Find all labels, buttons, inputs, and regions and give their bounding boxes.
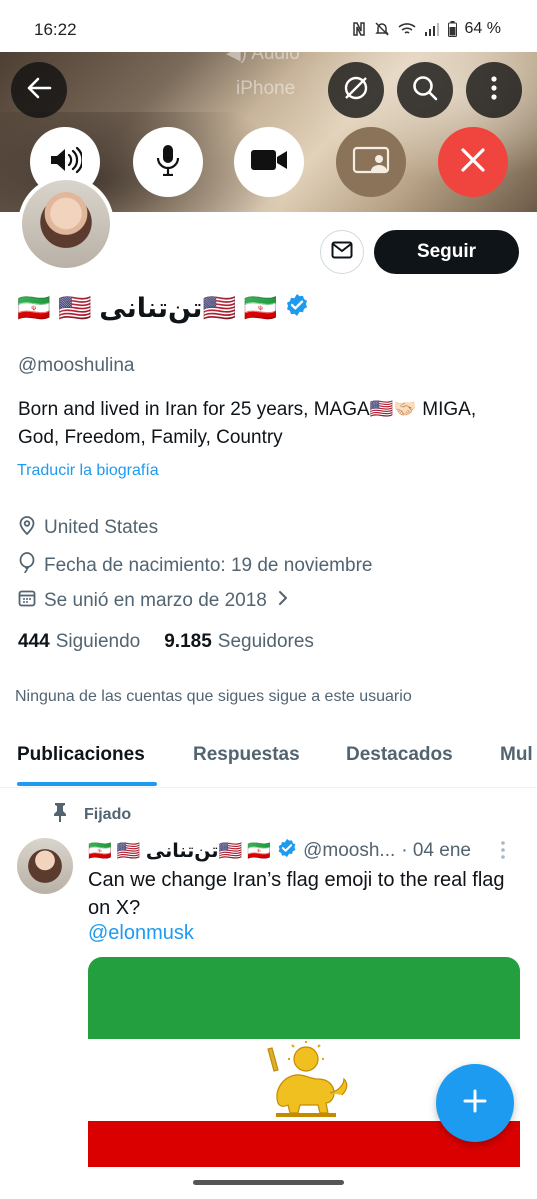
message-button[interactable] — [320, 230, 364, 274]
lion-and-sun-emblem-icon — [248, 1041, 358, 1126]
tab-publicaciones[interactable]: Publicaciones — [17, 744, 145, 766]
tab-multimedia[interactable]: Mul — [500, 744, 533, 766]
tab-respuestas[interactable]: Respuestas — [193, 744, 300, 766]
follow-button[interactable]: Seguir — [374, 230, 519, 274]
display-name-text: 🇮🇷 🇺🇸 تن‌تنانی🇺🇸 🇮🇷 — [17, 293, 278, 323]
location-icon — [18, 515, 36, 541]
pinned-indicator: Fijado — [52, 802, 131, 827]
compose-post-button[interactable] — [436, 1064, 514, 1142]
end-call-icon — [459, 146, 487, 179]
battery-percent: 64 % — [464, 20, 501, 37]
more-vertical-small-icon — [500, 841, 506, 864]
back-arrow-icon — [26, 77, 52, 104]
battery-icon — [447, 21, 457, 37]
profile-tabs: Publicaciones Respuestas Destacados Mul — [0, 728, 537, 788]
post-header: 🇮🇷 🇺🇸 تن‌تنانی🇺🇸 🇮🇷 @moosh... · 04 ene — [88, 838, 471, 864]
verified-badge-icon[interactable] — [285, 293, 309, 324]
profile-stats: 444 Siguiendo 9.185 Seguidores — [18, 631, 314, 653]
balloon-icon — [18, 552, 36, 580]
flag-green-stripe — [88, 957, 520, 1039]
post-verified-badge-icon — [277, 838, 297, 864]
followers-count: 9.185 — [164, 631, 212, 652]
pinned-label: Fijado — [84, 805, 132, 823]
status-time: 16:22 — [34, 20, 77, 39]
call-device-label: iPhone — [236, 78, 296, 99]
status-bar: 16:22 64 % — [0, 0, 537, 52]
calendar-icon — [18, 589, 36, 613]
home-indicator[interactable] — [193, 1180, 344, 1185]
pin-icon — [52, 802, 68, 827]
video-button[interactable] — [234, 127, 304, 197]
end-call-button[interactable] — [438, 127, 508, 197]
tab-destacados[interactable]: Destacados — [346, 744, 453, 766]
no-translate-icon — [341, 73, 371, 108]
signal-icon — [424, 22, 440, 36]
profile-joined[interactable]: Se unió en marzo de 2018 — [18, 589, 289, 613]
translate-bio-link[interactable]: Traducir la biografía — [17, 462, 159, 480]
post-author-handle[interactable]: @moosh... — [303, 840, 395, 862]
profile-handle: @mooshulina — [18, 355, 135, 376]
following-count: 444 — [18, 631, 50, 652]
joined-text: Se unió en marzo de 2018 — [44, 590, 267, 611]
post-date[interactable]: · 04 ene — [401, 840, 471, 862]
wifi-icon — [397, 22, 416, 36]
translate-off-button[interactable] — [328, 62, 384, 118]
post-author-name[interactable]: 🇮🇷 🇺🇸 تن‌تنانی🇺🇸 🇮🇷 — [88, 839, 271, 863]
chevron-right-icon — [275, 590, 289, 612]
video-camera-icon — [250, 148, 288, 177]
active-tab-indicator — [17, 782, 157, 786]
profile-bio: Born and lived in Iran for 25 years, MAG… — [18, 399, 477, 448]
screen-share-button[interactable] — [336, 127, 406, 197]
birthday-text: Fecha de nacimiento: 19 de noviembre — [44, 555, 373, 576]
post-more-button[interactable] — [500, 840, 506, 865]
search-button[interactable] — [397, 62, 453, 118]
back-button[interactable] — [11, 62, 67, 118]
more-vertical-icon — [490, 75, 498, 106]
speaker-icon — [48, 146, 84, 179]
search-icon — [411, 74, 439, 107]
mute-bell-icon — [374, 21, 390, 37]
profile-avatar[interactable] — [18, 176, 114, 272]
profile-display-name: 🇮🇷 🇺🇸 تن‌تنانی🇺🇸 🇮🇷 — [17, 292, 309, 324]
microphone-button[interactable] — [133, 127, 203, 197]
following-stat[interactable]: 444 Siguiendo — [18, 631, 140, 653]
profile-location: United States — [18, 515, 158, 541]
post-avatar[interactable] — [17, 838, 73, 894]
screen-share-icon — [352, 146, 390, 179]
more-options-button[interactable] — [466, 62, 522, 118]
location-text: United States — [44, 517, 159, 538]
post-text: Can we change Iran’s flag emoji to the r… — [88, 869, 505, 919]
followers-you-know-note: Ninguna de las cuentas que sigues sigue … — [15, 688, 412, 705]
followers-stat[interactable]: 9.185 Seguidores — [164, 631, 314, 653]
following-label: Siguiendo — [55, 631, 141, 652]
post-mention-link[interactable]: @elonmusk — [88, 922, 194, 945]
mail-icon — [331, 241, 353, 264]
followers-label: Seguidores — [217, 631, 314, 652]
plus-icon — [461, 1087, 489, 1120]
nfc-icon — [352, 21, 366, 37]
profile-birthday: Fecha de nacimiento: 19 de noviembre — [18, 552, 372, 580]
status-icons: 64 % — [352, 20, 501, 38]
microphone-icon — [156, 144, 180, 181]
